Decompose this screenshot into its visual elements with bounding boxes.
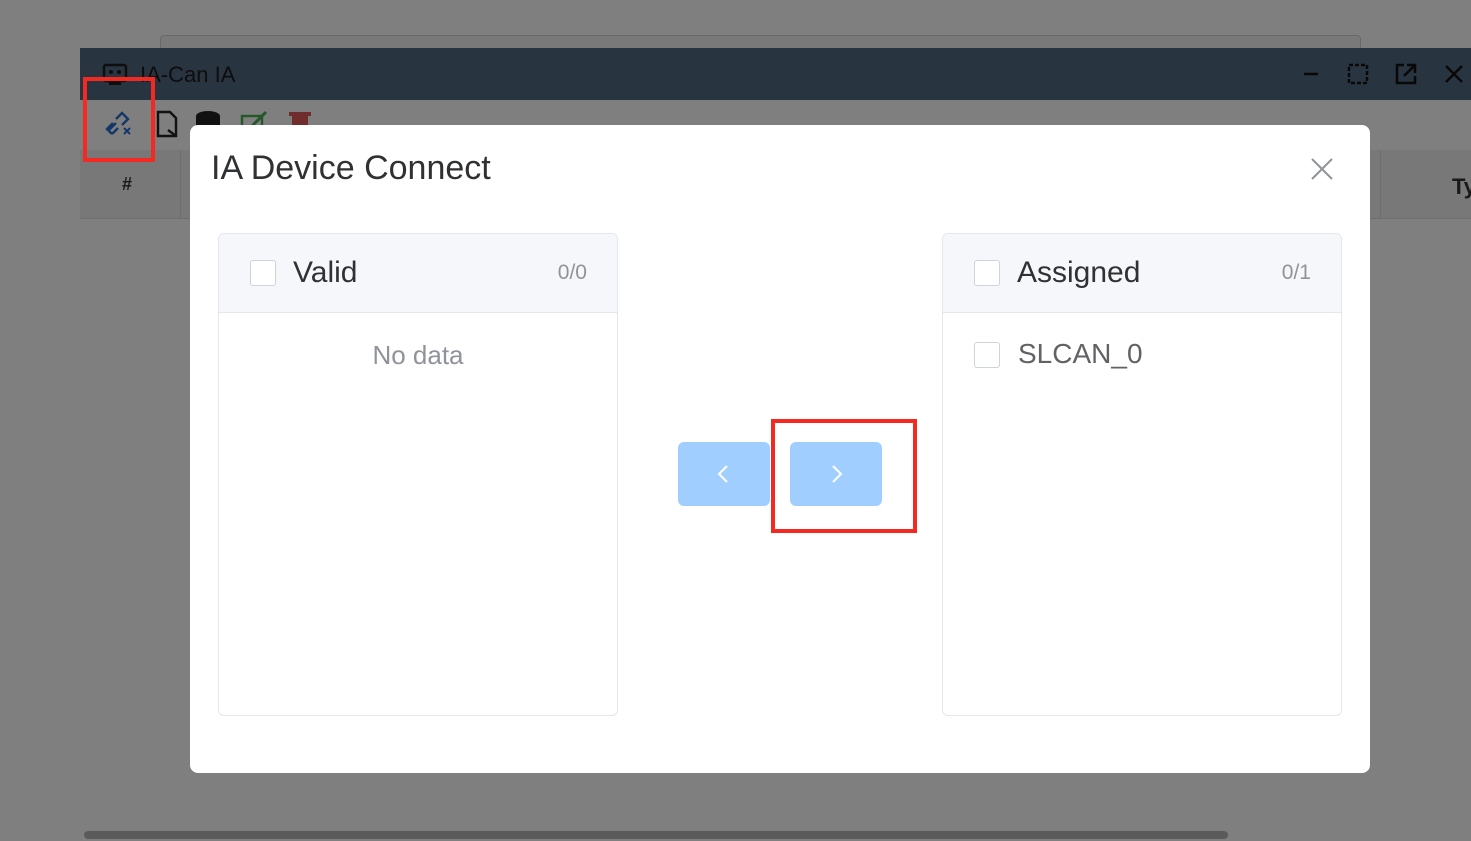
assigned-panel-count: 0/1 <box>1281 261 1311 284</box>
valid-panel-title: Valid <box>293 256 358 289</box>
chevron-left-icon <box>717 465 728 483</box>
valid-select-all-checkbox[interactable] <box>250 260 276 286</box>
valid-empty-text: No data <box>372 340 464 370</box>
valid-panel-header: Valid 0/0 <box>219 234 617 313</box>
assigned-panel-title: Assigned <box>1017 256 1141 289</box>
assigned-panel-header: Assigned 0/1 <box>943 234 1341 313</box>
dialog-close-icon[interactable] <box>1308 155 1336 183</box>
highlight-box <box>83 77 155 162</box>
highlight-box <box>771 419 917 533</box>
item-label: SLCAN_0 <box>1018 338 1143 369</box>
valid-panel: Valid 0/0 No data <box>218 233 618 716</box>
assigned-panel: Assigned 0/1 SLCAN_0 <box>942 233 1342 716</box>
valid-panel-count: 0/0 <box>557 261 587 284</box>
item-checkbox[interactable] <box>974 342 1000 368</box>
assigned-select-all-checkbox[interactable] <box>974 260 1000 286</box>
list-item[interactable]: SLCAN_0 <box>943 336 1341 376</box>
dialog-title: IA Device Connect <box>211 149 491 187</box>
move-left-button[interactable] <box>678 442 770 506</box>
